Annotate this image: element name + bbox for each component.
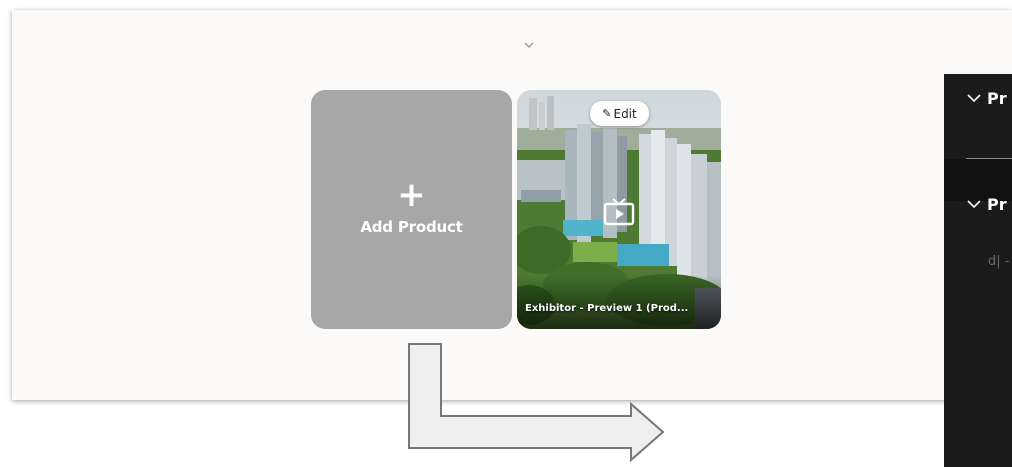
edit-label: Edit — [613, 106, 637, 121]
add-product-card[interactable]: + Add Product — [311, 90, 512, 329]
panel-section-label: Pr — [987, 194, 1007, 214]
chevron-down-icon[interactable] — [522, 38, 536, 52]
chevron-down-icon — [967, 94, 981, 103]
panel-section-label: Pr — [987, 88, 1007, 108]
chevron-down-icon — [967, 200, 981, 209]
panel-section-header-2[interactable]: Pr — [944, 180, 1012, 228]
video-play-icon[interactable] — [603, 198, 635, 226]
panel-section-header-1[interactable]: Pr — [944, 74, 1012, 122]
right-properties-panel: Pr Pr d| - — [944, 74, 1012, 467]
title-overlay — [517, 275, 721, 329]
pencil-icon: ✎ — [602, 107, 612, 120]
edit-button[interactable]: ✎ Edit — [590, 101, 649, 126]
flow-arrow-icon — [408, 343, 665, 463]
product-title: Exhibitor - Preview 1 (Prod... — [525, 303, 689, 314]
plus-icon: + — [397, 174, 426, 215]
panel-faint-text: d| - — [988, 254, 1010, 269]
product-card[interactable]: ✎ Edit Exhibitor - Preview 1 (Prod... — [517, 90, 721, 329]
add-product-label: Add Product — [360, 217, 463, 236]
